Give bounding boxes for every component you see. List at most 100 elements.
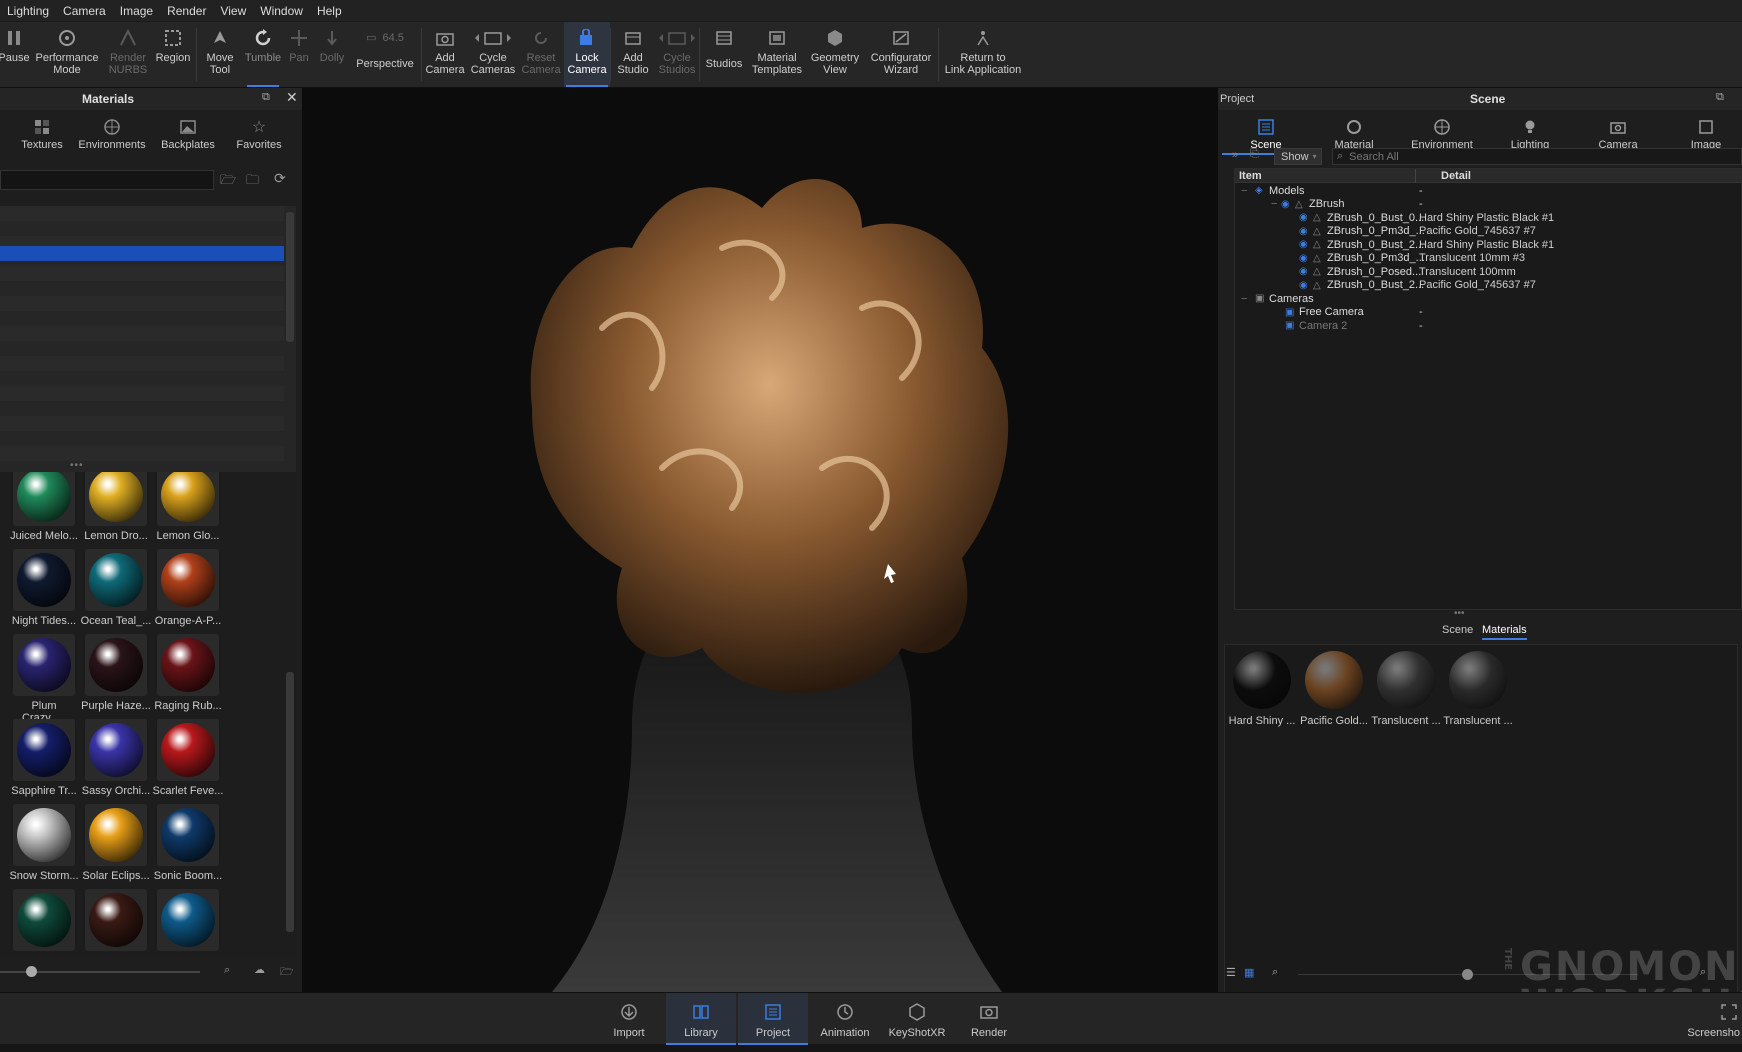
cycle-studios-button[interactable]: Cycle Studios	[655, 22, 699, 87]
zoom-icon[interactable]: ⌕	[1700, 966, 1706, 979]
column-detail[interactable]: Detail	[1441, 170, 1471, 182]
material-swatch[interactable]: Warped Sp...	[152, 889, 224, 954]
show-dropdown[interactable]: Show ▾	[1274, 148, 1322, 165]
splitter-handle[interactable]: •••	[1454, 608, 1465, 619]
collapse-icon[interactable]: −	[1241, 185, 1247, 197]
lock-camera-button[interactable]: Lock Camera	[564, 22, 610, 87]
materials-folder-tree[interactable]	[0, 206, 296, 502]
material-swatch[interactable]: Purple Haze...	[80, 634, 152, 712]
materials-search-input[interactable]	[0, 170, 214, 190]
thumb-size-slider-handle[interactable]	[26, 966, 37, 977]
render-viewport[interactable]	[302, 88, 1218, 992]
material-swatch[interactable]: Plum Crazy_...	[8, 634, 80, 724]
visibility-eye-icon[interactable]: ◉	[1299, 253, 1308, 264]
studios-button[interactable]: Studios	[700, 22, 748, 87]
configurator-wizard-button[interactable]: Configurator Wizard	[864, 22, 938, 87]
add-studio-button[interactable]: Add Studio	[611, 22, 655, 87]
subtab-scene[interactable]: Scene	[1442, 624, 1473, 636]
close-icon[interactable]: ✕	[286, 89, 298, 106]
visibility-eye-icon[interactable]: ◉	[1299, 239, 1308, 250]
add-camera-button[interactable]: Add Camera	[422, 22, 468, 87]
subtab-materials[interactable]: Materials	[1482, 624, 1527, 640]
tab-camera[interactable]: Camera	[1574, 114, 1662, 151]
cycle-cameras-button[interactable]: Cycle Cameras	[468, 22, 518, 87]
tab-material[interactable]: Material	[1310, 114, 1398, 151]
library-button[interactable]: Library	[666, 993, 736, 1045]
dolly-button[interactable]: Dolly	[315, 22, 349, 87]
pause-button[interactable]: Pause	[0, 22, 30, 87]
material-swatch[interactable]: Lemon Glo...	[152, 472, 224, 542]
thumb-size-slider-handle[interactable]	[1462, 969, 1473, 980]
refresh-icon[interactable]: ⟳	[274, 170, 286, 187]
material-swatch[interactable]: Snow Storm...	[8, 804, 80, 882]
menu-camera[interactable]: Camera	[56, 4, 113, 18]
expand-chevron-icon[interactable]: »	[1232, 149, 1238, 161]
tab-environments[interactable]: Environments	[72, 114, 152, 151]
cloud-icon[interactable]: ☁	[254, 963, 265, 976]
tab-image[interactable]: Image	[1662, 114, 1742, 151]
menu-view[interactable]: View	[213, 4, 253, 18]
screenshot-button[interactable]: Screensho	[1678, 993, 1742, 1045]
material-swatch[interactable]: Night Tides...	[8, 549, 80, 627]
tab-scene[interactable]: Scene	[1222, 114, 1310, 155]
scene-material-item[interactable]: Translucent ...	[1371, 651, 1441, 727]
scene-material-item[interactable]: Hard Shiny ...	[1227, 651, 1297, 727]
material-swatch[interactable]: Juiced Melo...	[8, 472, 80, 542]
tree-row[interactable]: ▣ Camera 2 -	[1235, 318, 1742, 333]
render-button[interactable]: Render	[954, 993, 1024, 1045]
search-icon[interactable]: ⌕	[1272, 966, 1278, 979]
menu-lighting[interactable]: Lighting	[0, 4, 56, 18]
collapse-icon[interactable]: −	[1241, 293, 1247, 305]
list-view-icon[interactable]: ☰	[1226, 966, 1236, 979]
visibility-eye-icon[interactable]: ◉	[1299, 226, 1308, 237]
search-icon[interactable]: ⌕	[224, 964, 230, 977]
material-swatch[interactable]: Undergrou...	[80, 889, 152, 954]
undock-icon[interactable]: ⧉	[1716, 91, 1724, 104]
folder-tree-scrollbar[interactable]	[286, 212, 294, 342]
swatch-scrollbar[interactable]	[286, 672, 294, 932]
tab-favorites[interactable]: ☆ Favorites	[224, 114, 294, 151]
material-swatch[interactable]: Sassy Orchi...	[80, 719, 152, 797]
performance-mode-button[interactable]: Performance Mode	[28, 22, 106, 87]
perspective-control[interactable]: ▭ 64.5 Perspective	[349, 22, 421, 87]
project-button[interactable]: Project	[738, 993, 808, 1045]
material-swatch[interactable]: Orange-A-P...	[152, 549, 224, 627]
keyshotxr-button[interactable]: KeyShotXR	[882, 993, 952, 1045]
menu-window[interactable]: Window	[253, 4, 310, 18]
selected-folder-row[interactable]	[0, 246, 284, 261]
menu-help[interactable]: Help	[310, 4, 349, 18]
folder-icon[interactable]: 🗁	[280, 963, 294, 982]
material-swatch[interactable]: Sapphire Tr...	[8, 719, 80, 797]
visibility-eye-icon[interactable]: ◉	[1299, 266, 1308, 277]
collapse-icon[interactable]: −	[1271, 198, 1277, 210]
region-button[interactable]: Region	[150, 22, 196, 87]
material-swatch[interactable]: Scarlet Feve...	[152, 719, 224, 797]
menu-render[interactable]: Render	[160, 4, 213, 18]
visibility-eye-icon[interactable]: ◉	[1299, 280, 1308, 291]
animation-button[interactable]: Animation	[810, 993, 880, 1045]
column-divider[interactable]	[1415, 169, 1416, 183]
move-tool-button[interactable]: Move Tool	[197, 22, 243, 87]
render-nurbs-button[interactable]: Render NURBS	[106, 22, 150, 87]
tab-textures[interactable]: Textures	[12, 114, 72, 151]
splitter-handle[interactable]: •••	[70, 460, 84, 471]
return-to-link-button[interactable]: Return to Link Application	[939, 22, 1027, 87]
material-swatch[interactable]: Tempting T...	[8, 889, 80, 954]
grid-view-icon[interactable]: ▦	[1244, 966, 1254, 979]
scene-material-item[interactable]: Pacific Gold...	[1299, 651, 1369, 727]
tumble-button[interactable]: Tumble	[243, 22, 283, 87]
menu-image[interactable]: Image	[113, 4, 160, 18]
pan-button[interactable]: Pan	[283, 22, 315, 87]
column-item[interactable]: Item	[1239, 170, 1262, 182]
scene-material-item[interactable]: Translucent ...	[1443, 651, 1513, 727]
tab-lighting[interactable]: Lighting	[1486, 114, 1574, 151]
tab-environment[interactable]: Environment	[1398, 114, 1486, 151]
import-button[interactable]: Import	[594, 993, 664, 1045]
folder-icon[interactable]: 🗁	[220, 171, 236, 193]
material-swatch[interactable]: Lemon Dro...	[80, 472, 152, 542]
reset-camera-button[interactable]: Reset Camera	[518, 22, 564, 87]
material-swatch[interactable]: Sonic Boom...	[152, 804, 224, 882]
material-templates-button[interactable]: Material Templates	[748, 22, 806, 87]
scene-tree-icon[interactable]: ⎘	[1250, 148, 1259, 161]
tab-backplates[interactable]: Backplates	[152, 114, 224, 151]
